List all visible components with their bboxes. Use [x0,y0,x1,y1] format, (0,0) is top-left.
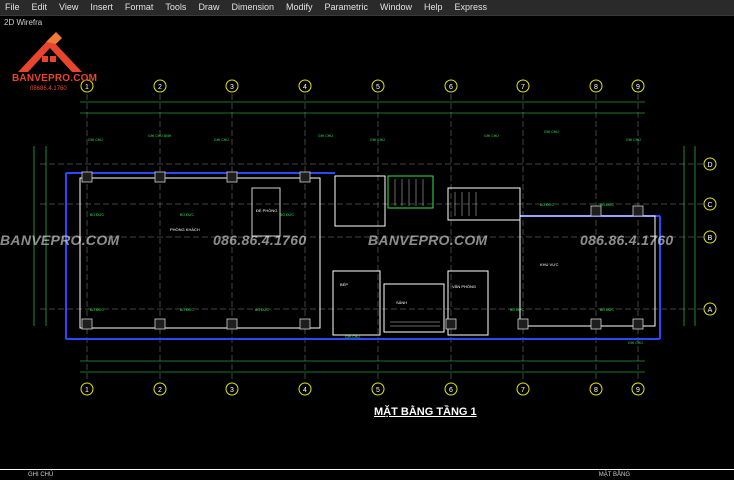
room-labels: ĐỂ PHÒNG PHÒNG KHÁCH SẢNH KHU VỰC BẾP VĂ… [170,208,559,305]
menu-insert[interactable]: Insert [84,0,119,15]
menu-express[interactable]: Express [449,0,494,15]
svg-text:GHI CHÚ: GHI CHÚ [370,138,385,142]
grid-label-bottom-7: 7 [521,387,525,394]
grid-label-bottom-9: 9 [636,387,640,394]
menu-view[interactable]: View [53,0,84,15]
grid-label-top-5: 5 [376,84,380,91]
inner-walls [79,175,656,336]
grid-axes-bottom [80,382,645,396]
svg-text:GHI CHÚ: GHI CHÚ [214,138,229,142]
menu-bar: File Edit View Insert Format Tools Draw … [0,0,734,16]
grid-label-top-9: 9 [636,84,640,91]
grid-label-top-4: 4 [303,84,307,91]
watermark-phone-right: 086.86.4.1760 [580,232,674,248]
room-label-6: VĂN PHÒNG [452,284,476,289]
menu-parametric[interactable]: Parametric [319,0,375,15]
menu-edit[interactable]: Edit [26,0,54,15]
svg-text:GHI CHÚ: GHI CHÚ [345,335,360,339]
annotations: GHI CHÚ GHI CHÚ ẢNH GHI CHÚ GHI CHÚ GHI … [88,130,643,345]
svg-text:GHI CHÚ: GHI CHÚ [88,138,103,142]
logo-brand-text: BANVEPRO.COM [12,73,98,84]
svg-text:BỐ ĐỨC: BỐ ĐỨC [180,307,195,312]
grid-label-B: B [708,235,713,242]
svg-text:GHI CHÚ: GHI CHÚ [628,341,643,345]
svg-text:GHI CHÚ ẢNH: GHI CHÚ ẢNH [148,133,172,138]
menu-dimension[interactable]: Dimension [225,0,280,15]
menu-file[interactable]: File [0,0,26,15]
outer-walls [65,172,661,340]
title-block-corner: MẶT BẰNG [598,472,630,478]
cad-drawing: GHI CHÚ GHI CHÚ ẢNH GHI CHÚ GHI CHÚ GHI … [33,79,717,396]
menu-format[interactable]: Format [119,0,160,15]
grid-label-top-6: 6 [449,84,453,91]
room-label-3: SẢNH [396,300,407,305]
watermark-brand-left: BANVEPRO.COM [0,232,120,248]
grid-label-top-2: 2 [158,84,162,91]
logo-phone-text: 08686.4.1760 [30,86,67,92]
grid-label-bottom-5: 5 [376,387,380,394]
svg-text:GHI CHÚ: GHI CHÚ [544,130,559,134]
grid-label-bottom-6: 6 [449,387,453,394]
grid-label-C: C [707,202,712,209]
menu-modify[interactable]: Modify [280,0,319,15]
room-label-4: KHU VỰC [540,262,559,267]
svg-text:BỐ ĐỨC: BỐ ĐỨC [600,307,615,312]
grid-label-A: A [708,307,713,314]
svg-text:BỐ ĐỨC: BỐ ĐỨC [180,212,195,217]
menu-help[interactable]: Help [418,0,449,15]
drawing-viewport[interactable]: 2D Wirefra GHI CHÚ GHI CHÚ ẢNH GHI CHÚ G… [0,16,734,480]
svg-text:BỐ ĐỨC: BỐ ĐỨC [90,307,105,312]
watermark-brand-right: BANVEPRO.COM [368,232,488,248]
svg-text:BỐ ĐỨC: BỐ ĐỨC [280,212,295,217]
grid-label-bottom-3: 3 [230,387,234,394]
grid-label-bottom-2: 2 [158,387,162,394]
grid-label-bottom-4: 4 [303,387,307,394]
svg-text:BỐ ĐỨC: BỐ ĐỨC [255,307,270,312]
grid-label-top-3: 3 [230,84,234,91]
svg-text:GHI CHÚ: GHI CHÚ [318,134,333,138]
columns [81,171,644,330]
svg-text:BỐ ĐỨC: BỐ ĐỨC [540,202,555,207]
room-label-2: PHÒNG KHÁCH [170,227,200,232]
svg-text:BỐ ĐỨC: BỐ ĐỨC [90,212,105,217]
grid-label-top-8: 8 [594,84,598,91]
grid-axes-top [80,79,645,93]
menu-draw[interactable]: Draw [192,0,225,15]
grid-label-bottom-1: 1 [85,387,89,394]
svg-text:BỐ ĐỨC: BỐ ĐỨC [510,307,525,312]
grid-label-bottom-8: 8 [594,387,598,394]
svg-text:BỐ ĐỨC: BỐ ĐỨC [600,202,615,207]
room-label-1: ĐỂ PHÒNG [256,208,277,213]
svg-text:GHI CHÚ: GHI CHÚ [626,138,641,142]
plan-title: MẶT BẰNG TẦNG 1 [374,406,477,418]
watermark-phone-left: 086.86.4.1760 [213,232,307,248]
grid-label-top-7: 7 [521,84,525,91]
grid-label-D: D [707,162,712,169]
svg-text:GHI CHÚ: GHI CHÚ [484,134,499,138]
title-block-note: GHI CHÚ [28,472,54,478]
room-label-5: BẾP [340,282,348,287]
menu-window[interactable]: Window [374,0,418,15]
menu-tools[interactable]: Tools [159,0,192,15]
